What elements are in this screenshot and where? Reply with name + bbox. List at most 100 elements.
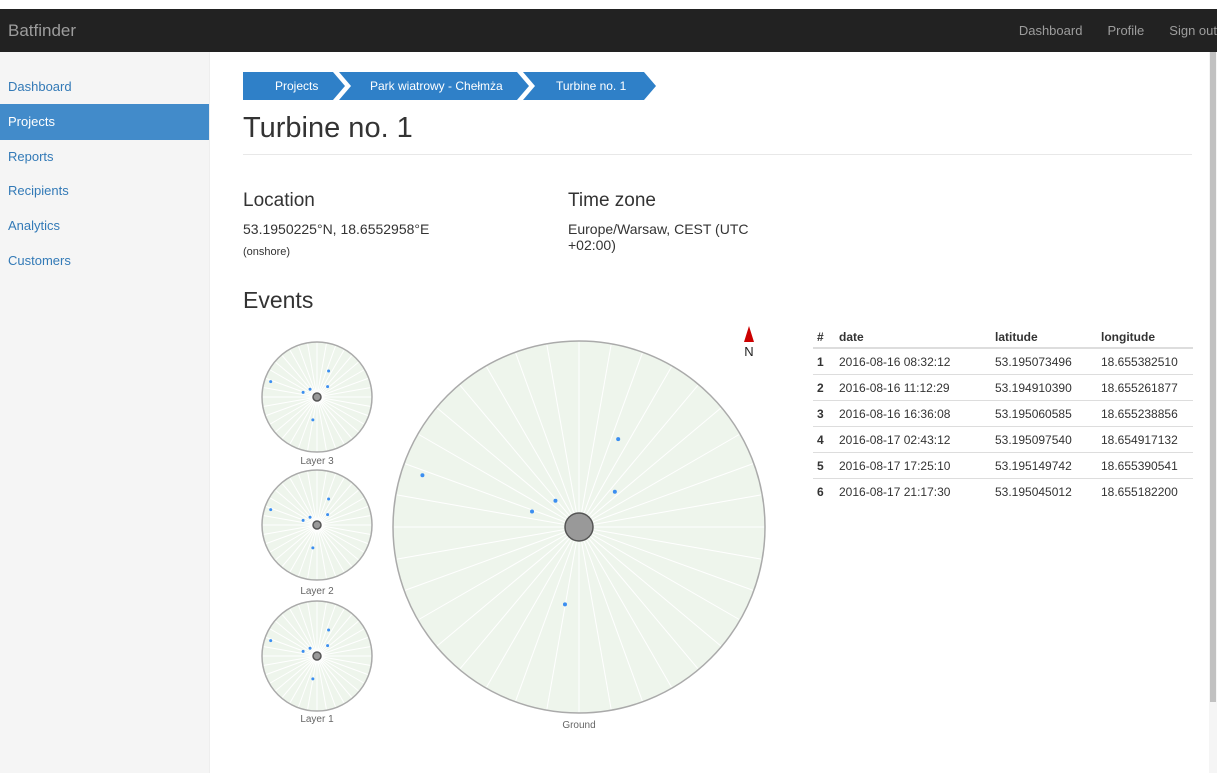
events-table-header: # date latitude longitude <box>813 327 1193 349</box>
cell-number: 3 <box>813 400 835 427</box>
ground-plot-event-point <box>616 437 621 442</box>
ground-plot-event-point <box>612 489 617 494</box>
sidebar-item-customers[interactable]: Customers <box>0 243 209 279</box>
timezone-line-2: +02:00) <box>568 237 616 253</box>
column-header-number: # <box>813 327 835 349</box>
sidebar: Dashboard Projects Reports Recipients An… <box>0 52 210 773</box>
cell-number: 1 <box>813 347 835 375</box>
cell-latitude: 53.194910390 <box>991 374 1097 401</box>
window-top-edge <box>0 0 1217 9</box>
table-row: 5 2016-08-17 17:25:10 53.195149742 18.65539… <box>813 452 1193 479</box>
cell-number: 6 <box>813 478 835 504</box>
sidebar-item-dashboard[interactable]: Dashboard <box>0 69 209 105</box>
layer-2-label: Layer 2 <box>300 586 334 597</box>
sidebar-item-reports[interactable]: Reports <box>0 139 209 175</box>
navbar-links: Dashboard Profile Sign out <box>994 9 1217 52</box>
breadcrumb-label: Projects <box>275 79 319 93</box>
title-divider <box>243 154 1192 155</box>
timezone-heading: Time zone <box>568 190 656 211</box>
layer-2-plot-event-point <box>311 546 315 550</box>
cell-number: 5 <box>813 452 835 479</box>
brand-logo[interactable]: Batfinder <box>8 9 76 52</box>
nav-dashboard-link[interactable]: Dashboard <box>1019 9 1083 52</box>
breadcrumb-item-park[interactable]: Park wiatrowy - Chełmża <box>339 72 529 100</box>
location-heading: Location <box>243 190 315 211</box>
table-row: 2 2016-08-16 11:12:29 53.194910390 18.65526… <box>813 374 1193 401</box>
cell-latitude: 53.195073496 <box>991 347 1097 375</box>
cell-number: 2 <box>813 374 835 401</box>
column-header-longitude: longitude <box>1097 327 1193 349</box>
layer-1-plot-event-point <box>301 649 305 653</box>
cell-date: 2016-08-16 08:32:12 <box>835 347 991 375</box>
ground-label: Ground <box>562 720 595 731</box>
layer-2-plot-turbine-hub <box>312 520 322 530</box>
cell-latitude: 53.195149742 <box>991 452 1097 479</box>
sidebar-item-recipients[interactable]: Recipients <box>0 173 209 209</box>
events-table-body: 1 2016-08-16 08:32:12 53.195073496 18.65538… <box>813 347 1193 504</box>
layer-1-plot-turbine-hub <box>312 651 322 661</box>
cell-date: 2016-08-17 17:25:10 <box>835 452 991 479</box>
nav-profile-link[interactable]: Profile <box>1107 9 1144 52</box>
cell-longitude: 18.655238856 <box>1097 400 1193 427</box>
page-scrollbar[interactable] <box>1209 52 1217 773</box>
page-title: Turbine no. 1 <box>243 112 413 144</box>
scrollbar-thumb[interactable] <box>1210 52 1216 702</box>
cell-latitude: 53.195045012 <box>991 478 1097 504</box>
cell-date: 2016-08-17 02:43:12 <box>835 426 991 453</box>
cell-longitude: 18.655390541 <box>1097 452 1193 479</box>
ground-plot-event-point <box>553 498 558 503</box>
layer-1-plot-event-point <box>308 646 312 650</box>
cell-longitude: 18.655261877 <box>1097 374 1193 401</box>
layer-3-plot-event-point <box>311 418 315 422</box>
table-row: 6 2016-08-17 21:17:30 53.195045012 18.65518… <box>813 478 1193 504</box>
cell-date: 2016-08-17 21:17:30 <box>835 478 991 504</box>
ground-plot-event-point <box>420 473 425 478</box>
north-label: N <box>744 344 753 359</box>
layer-3-plot-turbine-hub <box>312 392 322 402</box>
breadcrumb-item-turbine[interactable]: Turbine no. 1 <box>523 72 656 100</box>
column-header-date: date <box>835 327 991 349</box>
nav-signout-link[interactable]: Sign out <box>1169 9 1217 52</box>
cell-latitude: 53.195060585 <box>991 400 1097 427</box>
cell-number: 4 <box>813 426 835 453</box>
layer-1-plot-event-point <box>269 639 273 643</box>
layer-3-plot-event-point <box>269 380 273 384</box>
breadcrumb-label: Park wiatrowy - Chełmża <box>370 79 503 93</box>
layer-1-label: Layer 1 <box>300 714 334 725</box>
events-plots-svg: Layer 3 Layer 2 Layer 1 Ground N <box>261 326 766 731</box>
layer-2-plot-event-point <box>301 518 305 522</box>
cell-date: 2016-08-16 16:36:08 <box>835 400 991 427</box>
layer-3-plot-event-point <box>327 369 331 373</box>
layer-3-label: Layer 3 <box>300 456 334 467</box>
layer-2-plot-event-point <box>327 497 331 501</box>
events-plots: Layer 3 Layer 2 Layer 1 Ground N <box>243 315 783 735</box>
cell-date: 2016-08-16 11:12:29 <box>835 374 991 401</box>
layer-2-plot-event-point <box>269 508 273 512</box>
top-navbar: Batfinder Dashboard Profile Sign out <box>0 9 1217 52</box>
events-table: # date latitude longitude 1 2016-08-16 08… <box>813 327 1193 504</box>
cell-longitude: 18.655382510 <box>1097 347 1193 375</box>
cell-longitude: 18.655182200 <box>1097 478 1193 504</box>
north-arrow-icon <box>744 326 754 342</box>
layer-1-plot-event-point <box>327 628 331 632</box>
events-heading: Events <box>243 287 314 313</box>
ground-plot-turbine-hub <box>564 512 594 542</box>
layer-1-plot-event-point <box>311 677 315 681</box>
ground-plot-event-point <box>562 602 567 607</box>
sidebar-item-projects[interactable]: Projects <box>0 104 209 140</box>
layer-2-plot-event-point <box>326 513 330 517</box>
timezone-line-1: Europe/Warsaw, CEST (UTC <box>568 221 749 237</box>
layer-3-plot-event-point <box>301 390 305 394</box>
breadcrumb-item-projects[interactable]: Projects <box>243 72 345 100</box>
layer-3-plot-event-point <box>308 387 312 391</box>
sidebar-item-analytics[interactable]: Analytics <box>0 208 209 244</box>
layer-1-plot-event-point <box>326 644 330 648</box>
column-header-latitude: latitude <box>991 327 1097 349</box>
cell-longitude: 18.654917132 <box>1097 426 1193 453</box>
location-note: (onshore) <box>243 246 291 258</box>
table-row: 1 2016-08-16 08:32:12 53.195073496 18.65538… <box>813 347 1193 375</box>
table-row: 3 2016-08-16 16:36:08 53.195060585 18.65523… <box>813 400 1193 427</box>
location-coordinates: 53.1950225°N, 18.6552958°E <box>243 221 430 237</box>
layer-2-plot-event-point <box>308 515 312 519</box>
breadcrumb-label: Turbine no. 1 <box>556 79 627 93</box>
